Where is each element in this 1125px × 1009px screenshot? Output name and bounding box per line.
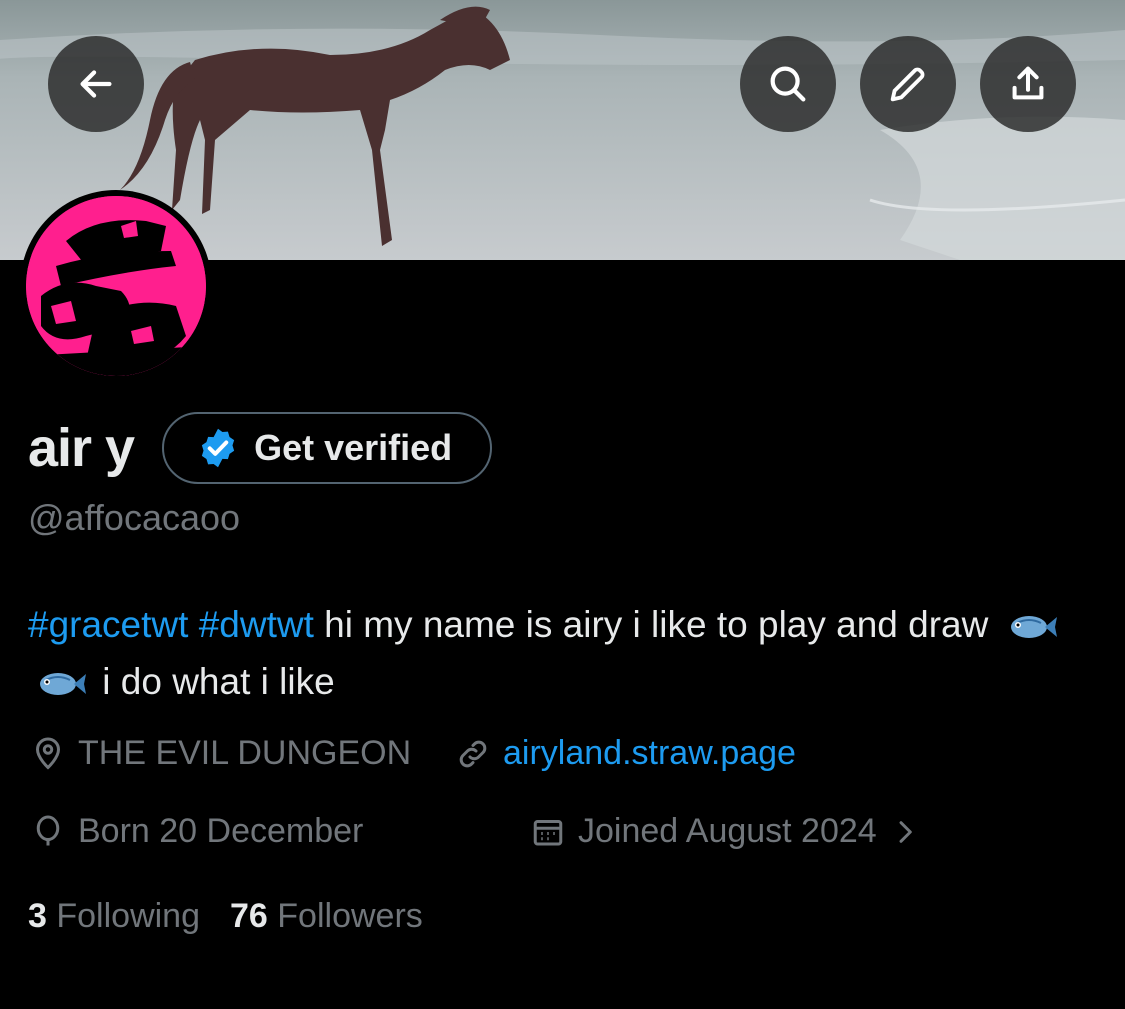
followers-count: 76	[230, 897, 268, 935]
display-name: air y	[28, 418, 135, 478]
joined-item[interactable]: Joined August 2024	[530, 812, 921, 851]
hashtag-link[interactable]: #gracetwt	[28, 604, 188, 645]
name-row: air y Get verified	[28, 412, 493, 484]
birthday-text: Born 20 December	[78, 812, 364, 850]
joined-text: Joined August 2024	[578, 812, 877, 850]
followers-label: Followers	[277, 897, 423, 935]
link-icon	[459, 740, 487, 767]
get-verified-label: Get verified	[254, 427, 453, 468]
location-text: THE EVIL DUNGEON	[78, 734, 412, 772]
bio-text: hi my name is airy i like to play and dr…	[313, 604, 999, 645]
hashtag-link[interactable]: #dwtwt	[199, 604, 314, 645]
following-link[interactable]: 3 Following	[28, 897, 200, 936]
avatar-image	[26, 196, 206, 376]
back-button[interactable]	[48, 36, 144, 132]
following-count: 3	[28, 897, 47, 935]
website-item: airyland.straw.page	[455, 734, 796, 773]
profile-avatar[interactable]	[20, 190, 212, 382]
website-link[interactable]: airyland.straw.page	[503, 734, 796, 773]
profile-bio: #gracetwt #dwtwt hi my name is airy i li…	[28, 596, 1098, 710]
bio-text: i do what i like	[92, 661, 335, 702]
search-icon	[770, 66, 806, 102]
verified-badge-icon	[201, 428, 235, 468]
share-button[interactable]	[980, 36, 1076, 132]
edit-button[interactable]	[860, 36, 956, 132]
balloon-icon	[36, 815, 60, 845]
followers-link[interactable]: 76 Followers	[230, 897, 423, 936]
arrow-left-icon	[80, 70, 112, 98]
location-pin-icon	[35, 737, 61, 770]
share-icon	[1012, 66, 1044, 100]
pencil-icon	[890, 67, 925, 102]
fish-emoji-icon	[40, 673, 86, 696]
chevron-right-icon	[899, 820, 912, 843]
search-button[interactable]	[740, 36, 836, 132]
location-item: THE EVIL DUNGEON	[30, 734, 411, 773]
follow-stats: 3 Following 76 Followers	[28, 897, 423, 936]
get-verified-button[interactable]: Get verified	[162, 412, 493, 484]
calendar-icon	[533, 819, 563, 845]
birthday-item: Born 20 December	[30, 812, 363, 851]
user-handle: @affocacaoo	[28, 497, 241, 538]
fish-emoji-icon	[1010, 616, 1057, 639]
following-label: Following	[56, 897, 200, 935]
